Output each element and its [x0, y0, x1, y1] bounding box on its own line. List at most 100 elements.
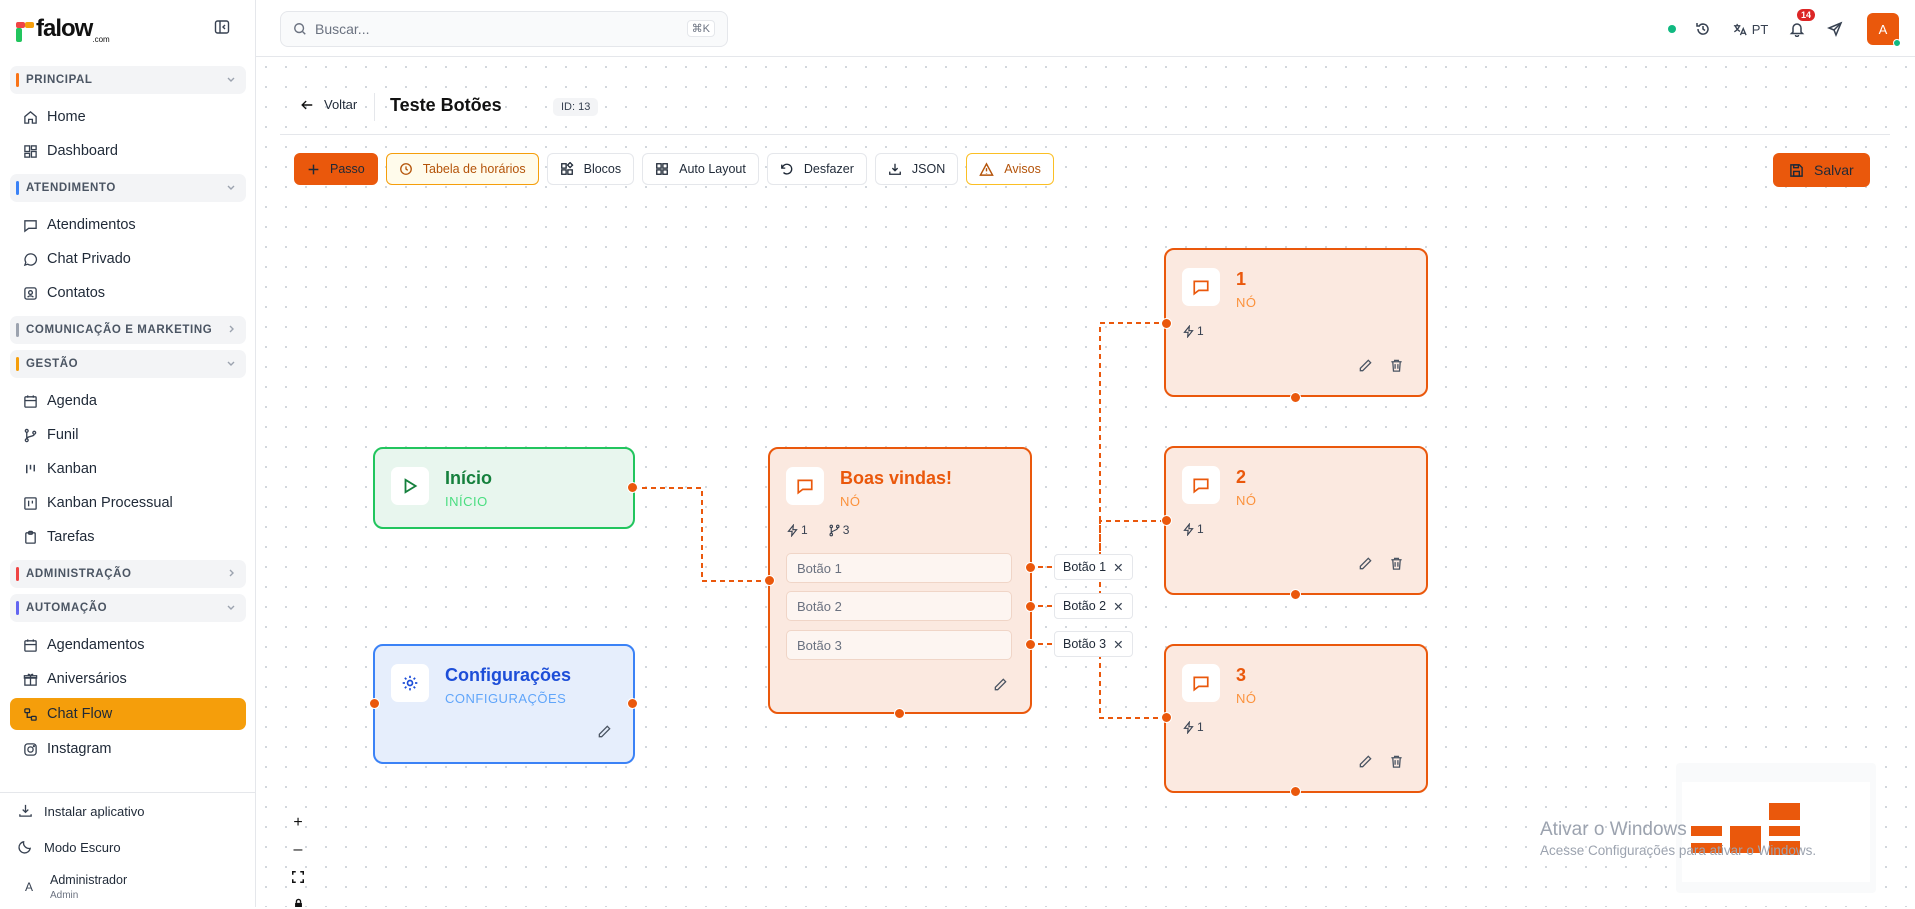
dark-mode-toggle[interactable]: Modo Escuro: [0, 829, 256, 865]
nav-group-gestao[interactable]: GESTÃO: [10, 350, 246, 378]
language-label: PT: [1751, 21, 1769, 37]
user-menu[interactable]: A Administrador Admin: [0, 865, 256, 909]
edge-label-botao-1[interactable]: Botão 1 ✕: [1054, 554, 1133, 580]
user-name: Administrador: [50, 873, 128, 887]
close-icon[interactable]: ✕: [1113, 637, 1123, 652]
sidebar-item-agenda[interactable]: Agenda: [10, 384, 246, 418]
sidebar-item-dashboard[interactable]: Dashboard: [10, 134, 246, 168]
trash-icon[interactable]: [1389, 556, 1405, 572]
user-avatar-button[interactable]: A: [1867, 13, 1901, 47]
branch-count: 3: [828, 523, 860, 537]
node-subtitle: NÓ: [1236, 691, 1257, 706]
node-handle[interactable]: [1161, 515, 1172, 526]
node-handle[interactable]: [627, 482, 638, 493]
sidebar-item-kanban[interactable]: Kanban: [10, 452, 246, 486]
node-title: Início: [445, 468, 493, 488]
app-logo[interactable]: falow.com: [16, 14, 110, 44]
trash-icon[interactable]: [1389, 754, 1405, 770]
kanban-icon: [22, 461, 38, 477]
button-option-2[interactable]: Botão 2: [786, 591, 1012, 621]
sidebar-item-chat-privado[interactable]: Chat Privado: [10, 242, 246, 276]
edge-label-text: Botão 2: [1063, 599, 1107, 613]
flow-node-2[interactable]: 2 NÓ 1: [1164, 446, 1428, 595]
sidebar-item-agendamentos[interactable]: Agendamentos: [10, 628, 246, 662]
node-handle[interactable]: [1161, 712, 1172, 723]
sidebar-item-tarefas[interactable]: Tarefas: [10, 520, 246, 554]
home-icon: [22, 109, 38, 125]
top-bar-actions: PT 14 A: [1655, 9, 1901, 47]
node-title: Boas vindas!: [840, 468, 953, 488]
node-subtitle: INÍCIO: [445, 494, 488, 509]
edit-icon[interactable]: [1358, 358, 1374, 374]
history-icon[interactable]: [1689, 15, 1717, 43]
node-subtitle: CONFIGURAÇÕES: [445, 691, 567, 706]
sidebar-item-contatos[interactable]: Contatos: [10, 276, 246, 310]
node-handle[interactable]: [1290, 392, 1301, 403]
sidebar-item-kanban-processual[interactable]: Kanban Processual: [10, 486, 246, 520]
edit-icon[interactable]: [597, 724, 613, 740]
node-handle[interactable]: [1025, 562, 1036, 573]
chevron-right-icon: [226, 568, 236, 578]
sidebar-item-label: Atendimentos: [47, 217, 136, 233]
node-handle[interactable]: [369, 698, 380, 709]
notifications-button[interactable]: 14: [1783, 9, 1815, 43]
send-icon[interactable]: [1821, 15, 1849, 43]
watermark-title: Ativar o Windows: [1540, 819, 1687, 840]
fit-view-icon[interactable]: [284, 863, 312, 890]
node-handle[interactable]: [1290, 786, 1301, 797]
sidebar-item-aniversarios[interactable]: Aniversários: [10, 662, 246, 696]
edge-botao1-node1: [1029, 322, 1167, 568]
nav-group-automacao[interactable]: AUTOMAÇÃO: [10, 594, 246, 622]
trash-icon[interactable]: [1389, 358, 1405, 374]
trigger-count: 1: [786, 523, 818, 537]
node-handle[interactable]: [894, 708, 905, 719]
edit-icon[interactable]: [1358, 754, 1374, 770]
sidebar-item-instagram[interactable]: Instagram: [10, 732, 246, 766]
node-handle[interactable]: [764, 575, 775, 586]
sidebar-item-chat-flow[interactable]: Chat Flow: [10, 698, 246, 730]
edit-icon[interactable]: [993, 677, 1009, 693]
notification-count: 14: [1796, 9, 1815, 21]
sidebar-collapse-icon[interactable]: [214, 19, 232, 37]
language-selector[interactable]: PT: [1727, 15, 1773, 43]
sidebar-item-atendimentos[interactable]: Atendimentos: [10, 208, 246, 242]
node-handle[interactable]: [1025, 639, 1036, 650]
node-stats: 1: [1182, 324, 1214, 338]
nav-group-administracao[interactable]: ADMINISTRAÇÃO: [10, 560, 246, 588]
sidebar-item-funil[interactable]: Funil: [10, 418, 246, 452]
close-icon[interactable]: ✕: [1113, 560, 1123, 575]
edit-icon[interactable]: [1358, 556, 1374, 572]
flow-node-inicio[interactable]: Início INÍCIO: [373, 447, 635, 529]
node-handle[interactable]: [1290, 589, 1301, 600]
button-option-3[interactable]: Botão 3: [786, 630, 1012, 660]
nav-group-comunicacao[interactable]: COMUNICAÇÃO E MARKETING: [10, 316, 246, 344]
lock-icon[interactable]: [284, 890, 312, 907]
flow-node-configuracoes[interactable]: Configurações CONFIGURAÇÕES: [373, 644, 635, 764]
top-bar: Buscar... ⌘K PT 14 A: [256, 0, 1915, 57]
search-input[interactable]: Buscar... ⌘K: [280, 11, 728, 47]
flow-node-boas-vindas[interactable]: Boas vindas! NÓ 1 3 Botão 1 Botão 2 Botã…: [768, 447, 1032, 714]
flow-canvas[interactable]: Voltar Teste Botões ID: 13 Passo Tabela …: [256, 57, 1915, 907]
sidebar-item-label: Home: [47, 109, 86, 125]
close-icon[interactable]: ✕: [1113, 599, 1123, 614]
logo-suffix: .com: [92, 35, 110, 44]
flow-node-1[interactable]: 1 NÓ 1: [1164, 248, 1428, 397]
node-handle[interactable]: [1025, 601, 1036, 612]
zoom-in-icon[interactable]: +: [284, 809, 312, 836]
zoom-out-icon[interactable]: –: [284, 836, 312, 863]
nav-group-atendimento[interactable]: ATENDIMENTO: [10, 174, 246, 202]
search-placeholder: Buscar...: [315, 21, 370, 37]
node-handle[interactable]: [627, 698, 638, 709]
nav-group-principal[interactable]: PRINCIPAL: [10, 66, 246, 94]
sidebar-item-label: Chat Privado: [47, 251, 131, 267]
edge-label-botao-3[interactable]: Botão 3 ✕: [1054, 631, 1133, 657]
sidebar-item-home[interactable]: Home: [10, 100, 246, 134]
install-app-button[interactable]: Instalar aplicativo: [0, 793, 256, 829]
sidebar-item-label: Dashboard: [47, 143, 118, 159]
edge-label-botao-2[interactable]: Botão 2 ✕: [1054, 593, 1133, 619]
button-option-1[interactable]: Botão 1: [786, 553, 1012, 583]
flow-node-3[interactable]: 3 NÓ 1: [1164, 644, 1428, 793]
node-subtitle: NÓ: [1236, 295, 1257, 310]
message-square-icon: [1182, 466, 1220, 504]
node-handle[interactable]: [1161, 318, 1172, 329]
